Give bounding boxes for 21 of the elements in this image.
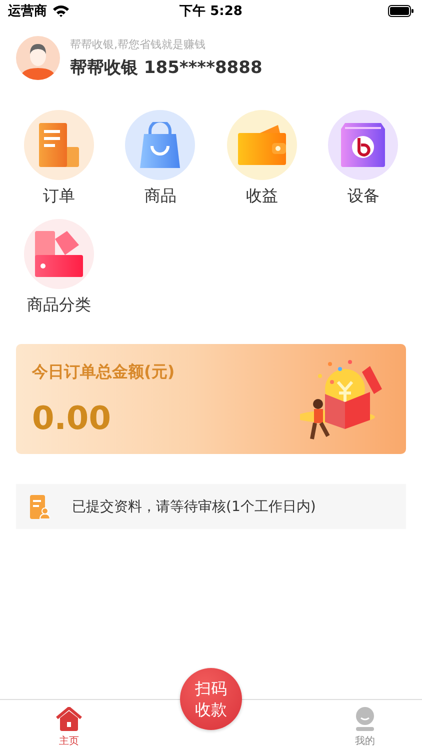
avatar xyxy=(16,36,60,80)
document-icon xyxy=(38,123,79,167)
battery-icon xyxy=(388,5,414,17)
notice-text: 已提交资料，请等待审核(1个工作日内) xyxy=(72,498,316,516)
summary-amount: 0.00 xyxy=(32,398,112,436)
slogan-text: 帮帮收银,帮您省钱就是赚钱 xyxy=(70,37,206,52)
tab-item[interactable]: 主页 xyxy=(50,700,88,750)
status-time: 下午 5:28 xyxy=(180,3,242,20)
account-name: 帮帮收银 185****8888 xyxy=(70,57,262,79)
box-icon xyxy=(341,123,386,167)
scan-pay-button[interactable]: 扫码收款 xyxy=(180,668,242,730)
summary-title: 今日订单总金额(元) xyxy=(32,362,176,382)
shopping-bag-icon xyxy=(139,122,182,168)
document-user-icon xyxy=(30,494,50,518)
home-icon xyxy=(56,707,82,731)
tab-item[interactable]: 我的 xyxy=(348,700,382,750)
cards-icon xyxy=(34,231,83,277)
wallet-icon xyxy=(238,125,286,165)
user-icon xyxy=(354,707,376,731)
wifi-icon xyxy=(53,5,69,17)
carrier-label: 运营商 xyxy=(8,2,47,20)
